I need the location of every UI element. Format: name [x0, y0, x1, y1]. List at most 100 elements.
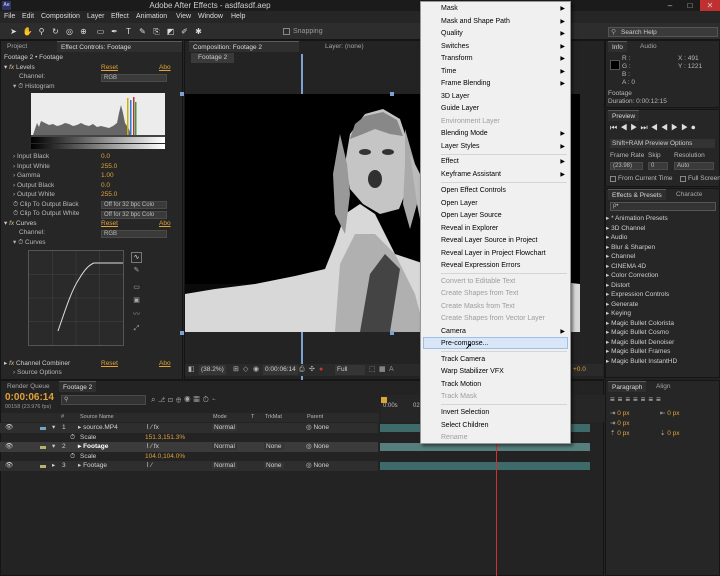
label-color-icon[interactable]: [40, 465, 46, 468]
maximize-icon[interactable]: □: [680, 0, 700, 11]
effect-item-generate[interactable]: ▸ Generate: [606, 300, 638, 309]
layer-2-scale-value[interactable]: 104.0,104.0%: [145, 452, 185, 462]
layer-1-parent[interactable]: ◎ None: [306, 423, 329, 433]
close-icon[interactable]: ✕: [700, 0, 720, 11]
label-color-icon[interactable]: [40, 427, 46, 430]
preview-transport-controls[interactable]: ⏮◀▶⏭◀◀▶▶⏺: [610, 123, 698, 133]
menu-item-keyframe-assistant[interactable]: Keyframe Assistant: [441, 169, 501, 181]
tab-render-queue[interactable]: Render Queue: [3, 381, 54, 392]
tab-composition[interactable]: Composition: Footage 2: [189, 41, 299, 52]
layer-2-mode-dropdown[interactable]: Normal: [212, 443, 237, 450]
effect-item-blur-sharpen[interactable]: ▸ Blur & Sharpen: [606, 243, 655, 252]
menu-item-switches[interactable]: Switches: [441, 41, 469, 53]
from-current-checkbox[interactable]: [610, 176, 616, 182]
menu-edit[interactable]: Edit: [22, 11, 34, 23]
pencil-tool-icon[interactable]: ✎: [131, 265, 142, 276]
curve-tool-icon[interactable]: ∿: [131, 252, 142, 263]
effect-item-keying[interactable]: ▸ Keying: [606, 309, 631, 318]
indent-first[interactable]: ⇥ 0 px: [610, 419, 630, 429]
clip-white-dropdown[interactable]: Off for 32 bpc Colo: [101, 211, 167, 219]
show-channel-icon[interactable]: ✣: [309, 365, 315, 375]
eye-icon[interactable]: 👁: [5, 461, 13, 471]
layer-3-expand-icon[interactable]: ▸: [52, 461, 55, 471]
tab-preview[interactable]: Preview: [608, 110, 640, 121]
type-tool-icon[interactable]: T: [123, 26, 134, 37]
exposure-value[interactable]: +0.0: [573, 365, 586, 375]
output-gradient-slider[interactable]: [31, 144, 165, 149]
rectangle-tool-icon[interactable]: ▭: [95, 26, 106, 37]
layer-3-mode-dropdown[interactable]: Normal: [212, 462, 237, 469]
menu-item-invert-selection[interactable]: Invert Selection: [441, 407, 489, 419]
camera-snapshot-icon[interactable]: ⎙: [299, 365, 305, 375]
tab-align[interactable]: Align: [652, 381, 674, 392]
zoom-dropdown[interactable]: (38.2%): [199, 365, 226, 375]
roto-brush-icon[interactable]: ✐: [179, 26, 190, 37]
transparency-grid-icon[interactable]: ▦: [379, 365, 386, 375]
snapping-checkbox[interactable]: [283, 28, 290, 35]
layer-row-2[interactable]: 👁 ▾ 2 ▸ Footage ⌇ ∕ fx Normal None ◎ Non…: [0, 442, 378, 452]
reset-curve-icon[interactable]: ⤢: [131, 323, 142, 334]
transform-handle-bottom[interactable]: [390, 331, 394, 335]
tab-effects-presets[interactable]: Effects & Presets: [608, 189, 666, 200]
layer-1-expand-icon[interactable]: ▾: [52, 423, 55, 433]
search-help-field[interactable]: ⚲ Search Help: [608, 27, 718, 37]
curves-graph[interactable]: [28, 250, 124, 346]
effect-item-cosmo[interactable]: ▸ Magic Bullet Cosmo: [606, 328, 669, 337]
menu-item-mask[interactable]: Mask: [441, 3, 458, 15]
menu-item-warp-stabilizer[interactable]: Warp Stabilizer VFX: [441, 366, 504, 378]
menu-item-time[interactable]: Time: [441, 66, 456, 78]
pen-tool-icon[interactable]: ✒: [109, 26, 120, 37]
effect-item-distort[interactable]: ▸ Distort: [606, 281, 630, 290]
tab-layer[interactable]: Layer: (none): [321, 41, 368, 52]
layer-2-expand-icon[interactable]: ▾: [52, 442, 55, 452]
col-mode[interactable]: Mode: [213, 413, 227, 422]
menu-item-layer-styles[interactable]: Layer Styles: [441, 141, 480, 153]
menu-effect[interactable]: Effect: [111, 11, 129, 23]
param-gamma-value[interactable]: 1.00: [101, 171, 114, 181]
space-before[interactable]: ⇡ 0 px: [610, 429, 630, 439]
effect-item-animation-presets[interactable]: ▸ * Animation Presets: [606, 214, 668, 223]
clone-tool-icon[interactable]: ⎘: [151, 26, 162, 37]
col-trkmat[interactable]: TrkMat: [265, 413, 282, 422]
param-output-white-value[interactable]: 255.0: [101, 190, 117, 200]
param-output-black-value[interactable]: 0.0: [101, 181, 110, 191]
space-after[interactable]: ⇣ 0 px: [660, 429, 680, 439]
menu-item-mask-shape-path[interactable]: Mask and Shape Path: [441, 16, 510, 28]
mask-visibility-icon[interactable]: ◇: [243, 365, 248, 375]
stopwatch-icon[interactable]: ⏱: [70, 433, 75, 443]
eye-icon[interactable]: 👁: [5, 442, 13, 452]
color-channel-icon[interactable]: ●: [319, 365, 323, 375]
transform-handle-top[interactable]: [390, 92, 394, 96]
menu-item-transform[interactable]: Transform: [441, 53, 473, 65]
menu-window[interactable]: Window: [198, 11, 223, 23]
col-source-name[interactable]: Source Name: [80, 413, 114, 422]
layer-1-mode-dropdown[interactable]: Normal: [212, 424, 237, 431]
puppet-tool-icon[interactable]: ✱: [193, 26, 204, 37]
tab-paragraph[interactable]: Paragraph: [608, 381, 647, 392]
smooth-icon[interactable]: 〰: [131, 309, 142, 320]
menu-item-guide-layer[interactable]: Guide Layer: [441, 103, 479, 115]
layer-2-duration-bar[interactable]: [380, 443, 590, 451]
effect-item-cinema-4d[interactable]: ▸ CINEMA 4D: [606, 262, 646, 271]
levels-reset-link[interactable]: Reset: [101, 63, 118, 73]
histogram-display[interactable]: [31, 93, 165, 137]
layer-row-1[interactable]: 👁 ▾ 1 ▸ source.MP4 ⌇ ∕ fx Normal ◎ None: [0, 423, 378, 433]
levels-channel-dropdown[interactable]: RGB: [101, 74, 167, 82]
menu-layer[interactable]: Layer: [87, 11, 105, 23]
effect-item-audio[interactable]: ▸ Audio: [606, 233, 627, 242]
effect-item-colorista[interactable]: ▸ Magic Bullet Colorista: [606, 319, 674, 328]
clip-black-dropdown[interactable]: Off for 32 bpc Colo: [101, 201, 167, 209]
menu-item-camera[interactable]: Camera: [441, 326, 466, 338]
menu-help[interactable]: Help: [231, 11, 245, 23]
frame-rate-dropdown[interactable]: (23.98): [610, 162, 643, 170]
menu-animation[interactable]: Animation: [136, 11, 167, 23]
layer-2-parent[interactable]: ◎ None: [306, 442, 329, 452]
layer-row-3[interactable]: 👁 ▸ 3 ▸ Footage ⌇ ∕ Normal None ◎ None: [0, 461, 378, 471]
timeline-switches-icons[interactable]: ⌕⎇⊡⊕◉▦⏱⌁: [151, 395, 218, 405]
channel-combiner-reset-link[interactable]: Reset: [101, 359, 118, 369]
channel-combiner-about-link[interactable]: Abo: [159, 359, 171, 369]
brush-tool-icon[interactable]: ✎: [137, 26, 148, 37]
layer-2-trkmat-dropdown[interactable]: None: [264, 443, 284, 450]
effect-item-3d-channel[interactable]: ▸ 3D Channel: [606, 224, 645, 233]
effect-item-frames[interactable]: ▸ Magic Bullet Frames: [606, 347, 670, 356]
